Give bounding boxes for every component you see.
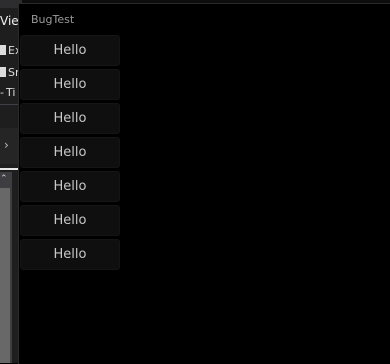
dash-icon: -	[0, 85, 4, 99]
hello-button[interactable]: Hello	[20, 69, 120, 100]
file-icon	[0, 45, 6, 55]
ide-tree-row[interactable]: - Ti	[0, 85, 15, 99]
hello-button[interactable]: Hello	[20, 137, 120, 168]
hello-button[interactable]: Hello	[20, 205, 120, 236]
bugtest-window: BugTest Hello Hello Hello Hello Hello He…	[18, 3, 390, 364]
window-title: BugTest	[31, 12, 75, 26]
hello-button[interactable]: Hello	[20, 171, 120, 202]
hello-button[interactable]: Hello	[20, 103, 120, 134]
hello-button[interactable]: Hello	[20, 239, 120, 270]
ide-scrollbar-thumb[interactable]	[0, 188, 10, 363]
hello-button[interactable]: Hello	[20, 35, 120, 66]
ide-divider	[0, 168, 18, 170]
chevron-right-icon[interactable]: ›	[4, 138, 9, 152]
window-titlebar[interactable]: BugTest	[19, 4, 390, 34]
hello-button-list: Hello Hello Hello Hello Hello Hello Hell…	[20, 35, 120, 273]
scroll-up-arrow-icon[interactable]: ⌃	[0, 174, 8, 184]
file-icon	[0, 67, 6, 77]
